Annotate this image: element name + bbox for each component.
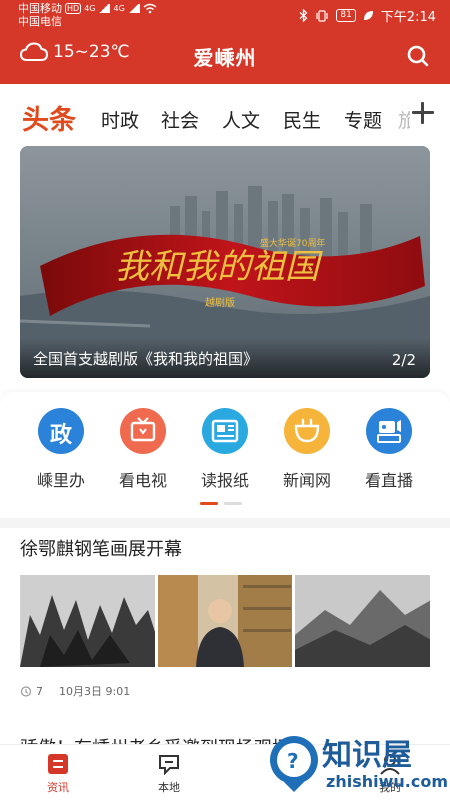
views-icon xyxy=(20,686,32,697)
tab-special[interactable]: 专题 xyxy=(344,106,382,133)
carousel-dot-active xyxy=(200,502,218,505)
article-meta: 7 10月3日 9:01 xyxy=(20,683,130,699)
quick-link-newspaper[interactable]: 读报纸 xyxy=(185,408,265,491)
app-header: 中国移动 HD 4G 4G 中国电信 81 下午2:14 15~23℃ 爱嵊州 xyxy=(0,0,450,84)
tv-icon xyxy=(120,408,166,454)
banner-carousel[interactable]: 我和我的祖国 盛大华诞70周年 越剧版 全国首支越剧版《我和我的祖国》 2/2 xyxy=(20,146,430,378)
leaf-icon xyxy=(363,11,373,20)
carrier-1: 中国移动 xyxy=(18,2,62,15)
quick-link-live[interactable]: 看直播 xyxy=(349,408,429,491)
quick-link-label: 读报纸 xyxy=(200,471,249,490)
nav-local[interactable]: 本地 xyxy=(139,753,199,795)
article-date: 10月3日 9:01 xyxy=(59,685,131,698)
signal-icon xyxy=(98,4,111,13)
banner-art-title: 我和我的祖国 xyxy=(115,247,323,287)
watermark: ? 知识屋 zhishiwu.com xyxy=(262,724,450,800)
thumbnail-painting-2 xyxy=(295,575,431,667)
nav-news[interactable]: 资讯 xyxy=(28,753,88,795)
nav-label: 资讯 xyxy=(47,781,69,794)
banner-page-indicator: 2/2 xyxy=(391,351,416,369)
wifi-icon xyxy=(143,3,157,14)
tab-overflow[interactable]: 旅 xyxy=(398,106,410,133)
quick-link-label: 看直播 xyxy=(364,471,413,490)
nav-label: 本地 xyxy=(158,781,180,794)
article-title[interactable]: 徐鄂麒钢笔画展开幕 xyxy=(20,535,182,561)
tab-culture[interactable]: 人文 xyxy=(222,106,260,133)
thumbnail-photo-artist xyxy=(157,575,293,667)
battery-icon: 81 xyxy=(336,9,356,22)
quick-link-shengliban[interactable]: 政 嵊里办 xyxy=(21,408,101,491)
carrier-2: 中国电信 xyxy=(18,15,62,28)
bluetooth-icon xyxy=(299,9,308,22)
newspaper-icon xyxy=(202,408,248,454)
news-icon xyxy=(47,753,69,775)
network-type-1: 4G xyxy=(84,4,96,13)
svg-text:?: ? xyxy=(287,749,299,773)
thumbnail-painting-1 xyxy=(20,575,155,667)
vibrate-icon xyxy=(316,9,328,22)
quick-links: 政 嵊里办 看电视 读报纸 新闻网 看直播 xyxy=(0,392,450,518)
channel-tabs: 头条 时政 社会 人文 民生 专题 旅 xyxy=(0,84,450,142)
carousel-dot xyxy=(224,502,242,505)
signal-icon xyxy=(127,4,140,13)
quick-link-tv[interactable]: 看电视 xyxy=(103,408,183,491)
status-right: 81 下午2:14 xyxy=(299,6,436,25)
article-thumbnails[interactable] xyxy=(20,575,431,667)
tab-politics[interactable]: 时政 xyxy=(101,106,139,133)
network-type-2: 4G xyxy=(113,4,125,13)
tab-headlines[interactable]: 头条 xyxy=(22,98,76,137)
watermark-text: 知识屋 xyxy=(322,738,412,773)
quick-link-label: 新闻网 xyxy=(282,471,331,490)
quick-link-label: 嵊里办 xyxy=(36,471,85,490)
app-bar: 15~23℃ 爱嵊州 xyxy=(0,34,450,80)
search-icon xyxy=(407,45,429,67)
watermark-logo-icon: ? xyxy=(270,736,318,792)
section-divider xyxy=(0,518,450,528)
app-title: 爱嵊州 xyxy=(193,46,257,70)
carousel-dots xyxy=(200,502,242,505)
add-channel-button[interactable] xyxy=(412,102,434,124)
banner-title: 全国首支越剧版《我和我的祖国》 xyxy=(33,350,259,368)
watermark-url: zhishiwu.com xyxy=(326,772,448,791)
banner-art-subtitle: 越剧版 xyxy=(205,296,235,309)
quick-link-label: 看电视 xyxy=(118,471,167,490)
carrier-info: 中国移动 HD 4G 4G 中国电信 xyxy=(18,2,157,28)
news-web-icon xyxy=(284,408,330,454)
live-icon xyxy=(366,408,412,454)
clock: 下午2:14 xyxy=(380,10,436,25)
article-views: 7 xyxy=(36,684,43,698)
banner-art-top: 盛大华诞70周年 xyxy=(260,237,325,249)
tab-society[interactable]: 社会 xyxy=(161,106,199,133)
tab-livelihood[interactable]: 民生 xyxy=(283,106,321,133)
gov-icon: 政 xyxy=(38,408,84,454)
hd-badge: HD xyxy=(65,3,82,14)
search-button[interactable] xyxy=(406,44,430,68)
gov-glyph: 政 xyxy=(49,423,72,448)
local-icon xyxy=(158,753,180,776)
status-bar: 中国移动 HD 4G 4G 中国电信 81 下午2:14 xyxy=(0,0,450,30)
quick-link-news-web[interactable]: 新闻网 xyxy=(267,408,347,491)
